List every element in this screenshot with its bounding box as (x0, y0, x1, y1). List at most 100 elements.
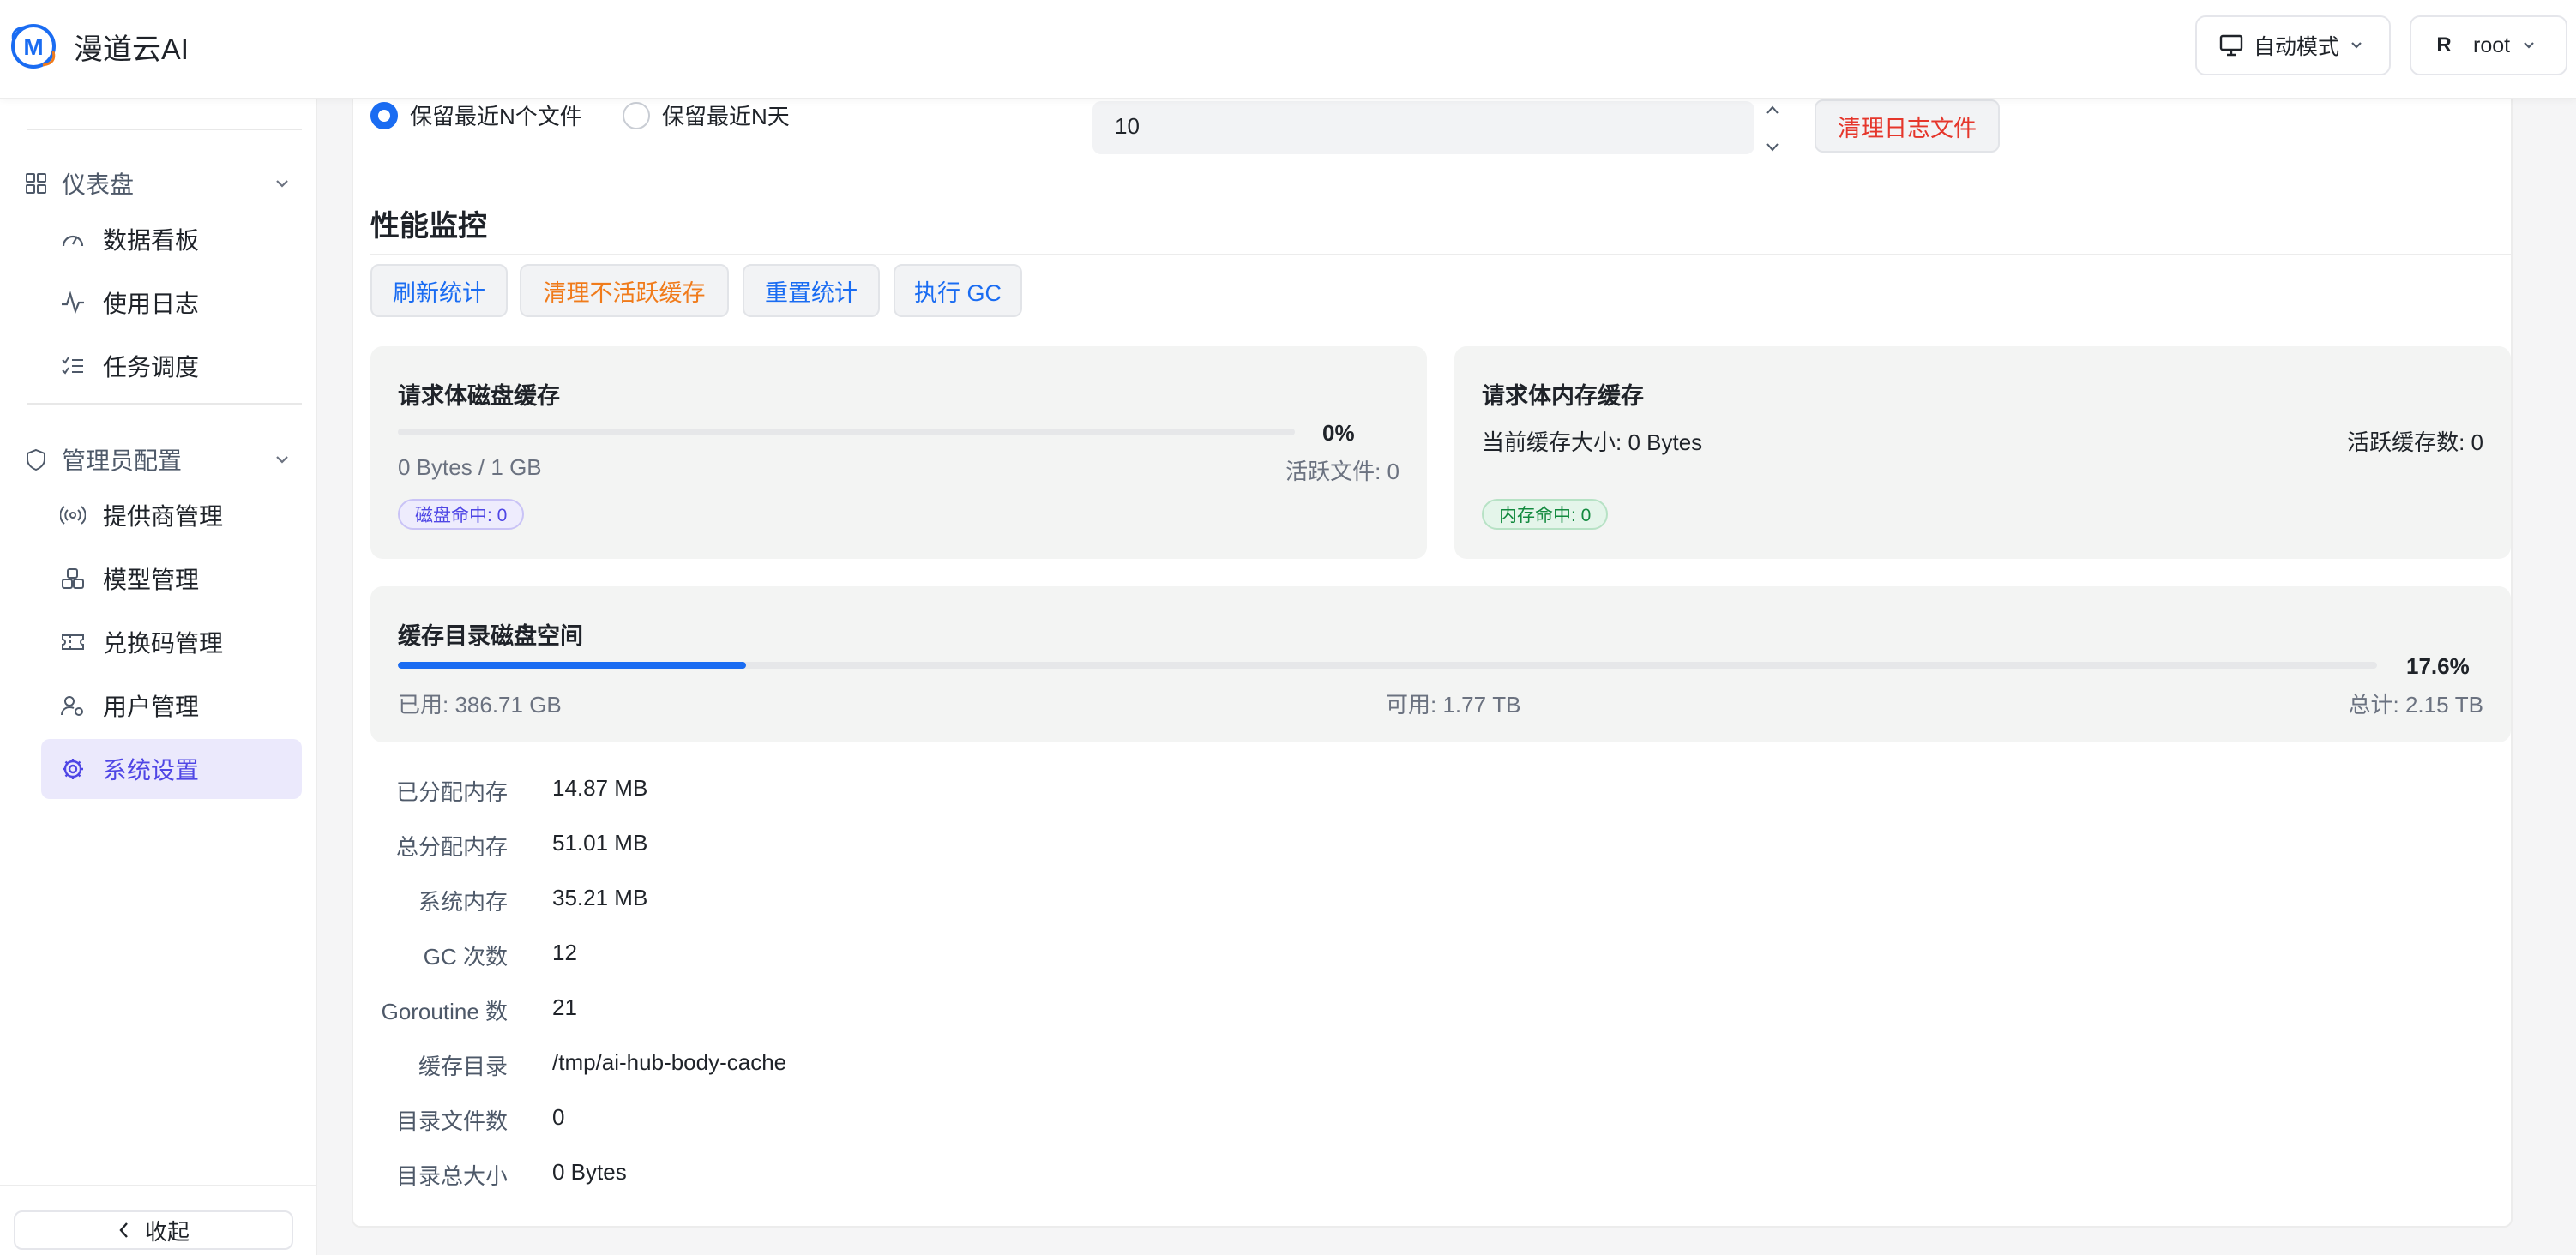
stat-value: /tmp/ai-hub-body-cache (552, 1049, 787, 1075)
radio-keep-files-label: 保留最近N个文件 (410, 104, 582, 129)
sidebar-item-usage-log[interactable]: 使用日志 (41, 273, 302, 333)
section-divider (370, 254, 2511, 255)
boxes-icon (62, 568, 84, 589)
disk-cache-progress (398, 429, 1295, 435)
disk-cache-active-files: 活跃文件: 0 (1285, 459, 1399, 484)
clear-log-button[interactable]: 清理日志文件 (1815, 99, 2000, 153)
disk-hit-tag: 磁盘命中: 0 (398, 499, 525, 530)
number-stepper[interactable] (1760, 105, 1785, 153)
sidebar-group-dashboard[interactable]: 仪表盘 (24, 159, 290, 207)
disk-cache-title: 请求体磁盘缓存 (398, 383, 560, 409)
radio-keep-files[interactable]: 保留最近N个文件 (370, 99, 582, 131)
stat-value: 35.21 MB (552, 885, 648, 910)
disk-cache-size: 0 Bytes / 1 GB (398, 454, 542, 480)
activity-icon (62, 291, 84, 315)
dir-disk-progress-fill (398, 662, 747, 669)
radio-unchecked-icon (623, 101, 650, 129)
sidebar: 仪表盘 数据看板 使用日志 任务调度 管理员配置 提供商管理 模型管理 兑换码管… (0, 99, 317, 1255)
chevron-down-icon[interactable] (1766, 142, 1779, 153)
stat-value: 12 (552, 940, 577, 965)
disk-cache-percent: 0% (1322, 420, 1355, 446)
sidebar-item-models[interactable]: 模型管理 (41, 549, 302, 609)
theme-mode-label: 自动模式 (2254, 35, 2340, 59)
sidebar-item-label: 使用日志 (103, 291, 200, 317)
sidebar-divider (27, 403, 302, 405)
chevron-down-icon (2524, 42, 2534, 49)
sidebar-item-label: 提供商管理 (103, 503, 224, 530)
avatar: R (2427, 28, 2461, 63)
chevron-down-icon (276, 456, 288, 464)
memory-cache-title: 请求体内存缓存 (1482, 383, 1644, 409)
logo-letter: M (23, 33, 43, 60)
sidebar-item-label: 兑换码管理 (103, 630, 224, 657)
shield-icon (27, 448, 45, 471)
sidebar-item-redeem-codes[interactable]: 兑换码管理 (41, 612, 302, 672)
stat-label: 目录文件数 (395, 1108, 508, 1134)
dir-disk-total: 总计: 2.15 TB (2348, 692, 2484, 718)
collapse-label: 收起 (144, 1218, 190, 1245)
stat-value: 21 (552, 994, 577, 1020)
stat-label: 总分配内存 (395, 834, 508, 860)
memory-cache-active-count: 活跃缓存数: 0 (2347, 429, 2483, 455)
refresh-stats-button[interactable]: 刷新统计 (370, 264, 508, 317)
dir-disk-title: 缓存目录磁盘空间 (398, 623, 583, 649)
dir-disk-percent: 17.6% (2406, 653, 2470, 679)
dir-disk-used: 已用: 386.71 GB (398, 692, 562, 718)
sidebar-item-label: 任务调度 (103, 354, 200, 381)
stat-value: 51.01 MB (552, 830, 648, 856)
stat-label: 缓存目录 (418, 1054, 508, 1079)
clear-inactive-cache-button[interactable]: 清理不活跃缓存 (520, 264, 729, 317)
run-gc-button[interactable]: 执行 GC (894, 264, 1022, 317)
checklist-icon (62, 357, 83, 375)
ticket-icon (62, 634, 84, 650)
retain-count-input[interactable]: 10 (1092, 101, 1754, 154)
stat-label: GC 次数 (423, 944, 508, 970)
chevron-down-icon (276, 180, 288, 188)
sidebar-item-providers[interactable]: 提供商管理 (41, 485, 302, 545)
reset-stats-button[interactable]: 重置统计 (743, 264, 880, 317)
stat-value: 14.87 MB (552, 775, 648, 801)
sidebar-item-label: 系统设置 (103, 757, 200, 784)
radio-keep-days-label: 保留最近N天 (662, 104, 790, 129)
grid-icon (26, 173, 46, 194)
chevron-up-icon[interactable] (1766, 105, 1779, 115)
sidebar-footer-divider (0, 1185, 317, 1186)
top-header: M 漫道云AI 自动模式 R root (0, 0, 2576, 99)
stat-label: Goroutine 数 (381, 999, 508, 1024)
theme-mode-button[interactable]: 自动模式 (2195, 15, 2391, 75)
dir-disk-available: 可用: 1.77 TB (1386, 692, 1521, 718)
gauge-icon (62, 235, 84, 247)
stat-label: 已分配内存 (395, 779, 508, 805)
sidebar-item-label: 用户管理 (103, 694, 200, 720)
stat-label: 目录总大小 (395, 1163, 508, 1189)
section-title: 性能监控 (370, 210, 487, 243)
settings-icon (63, 759, 83, 779)
memory-hit-tag: 内存命中: 0 (1482, 499, 1609, 530)
sidebar-item-label: 数据看板 (103, 227, 200, 254)
broadcast-icon (60, 506, 86, 525)
sidebar-item-label: 模型管理 (103, 567, 200, 593)
monitor-icon (2219, 34, 2243, 57)
radio-checked-icon (370, 101, 398, 129)
user-gear-icon (61, 696, 83, 716)
sidebar-item-task-schedule[interactable]: 任务调度 (41, 336, 302, 396)
dir-disk-progress (398, 662, 2377, 669)
collapse-sidebar-button[interactable]: 收起 (14, 1210, 293, 1250)
memory-cache-size: 当前缓存大小: 0 Bytes (1482, 429, 1703, 455)
sidebar-group-label: 管理员配置 (62, 447, 183, 474)
sidebar-item-dashboard-board[interactable]: 数据看板 (41, 209, 302, 269)
stat-label: 系统内存 (418, 889, 508, 915)
stat-value: 0 Bytes (552, 1159, 627, 1185)
sidebar-item-users[interactable]: 用户管理 (41, 676, 302, 736)
chevron-left-icon (119, 1222, 128, 1238)
user-menu-button[interactable]: R root (2410, 15, 2567, 75)
sidebar-item-system-settings[interactable]: 系统设置 (41, 739, 302, 799)
sidebar-group-admin[interactable]: 管理员配置 (24, 435, 290, 483)
app-title: 漫道云AI (74, 33, 190, 66)
sidebar-group-label: 仪表盘 (62, 171, 135, 198)
user-name: root (2473, 33, 2511, 57)
sidebar-divider (27, 129, 302, 130)
app-logo[interactable]: M (7, 22, 60, 70)
radio-keep-days[interactable]: 保留最近N天 (623, 99, 790, 131)
stat-value: 0 (552, 1104, 565, 1130)
